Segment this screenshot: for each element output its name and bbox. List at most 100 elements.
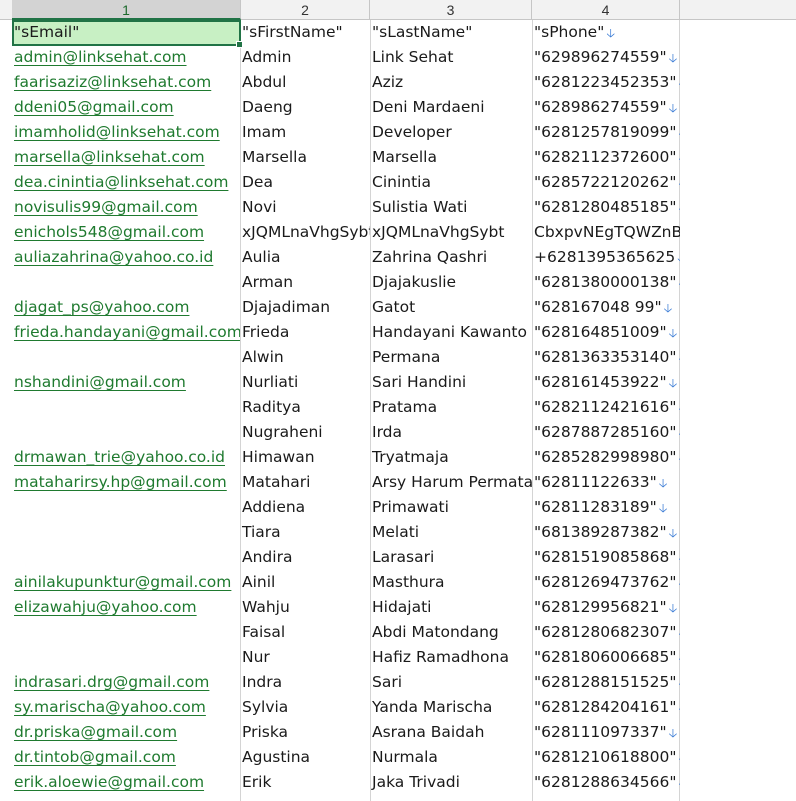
cell-phone[interactable]: "6281806006685"🡣 <box>532 645 680 670</box>
cell-email[interactable] <box>12 495 240 520</box>
cell-phone[interactable]: "6281380000138"🡣 <box>532 270 680 295</box>
cell-first-name[interactable]: Agustina <box>240 745 370 770</box>
cell-first-name[interactable]: Abdul <box>240 70 370 95</box>
cell-email[interactable]: dr.priska@gmail.com <box>12 720 240 745</box>
cell-email[interactable]: indrasari.drg@gmail.com <box>12 670 240 695</box>
cell-phone[interactable]: "6281257819099"🡣 <box>532 120 680 145</box>
email-link[interactable]: faarisaziz@linksehat.com <box>14 73 211 91</box>
cell-email[interactable]: dea.cinintia@linksehat.com <box>12 170 240 195</box>
cell-first-name[interactable]: Arman <box>240 270 370 295</box>
cell-phone[interactable]: "628129956821" 🡣 <box>532 595 680 620</box>
cell-phone[interactable]: "681389287382" 🡣 <box>532 520 680 545</box>
cell-phone[interactable]: "628111097337" 🡣 <box>532 720 680 745</box>
cell-first-name[interactable]: xJQMLnaVhgSybt <box>240 220 370 245</box>
cell-phone[interactable]: "6281280682307"🡣 <box>532 620 680 645</box>
cell-email[interactable]: frieda.handayani@gmail.com <box>12 320 240 345</box>
email-link[interactable]: dr.tintob@gmail.com <box>14 748 176 766</box>
cell-first-name[interactable]: Marsella <box>240 145 370 170</box>
cell-email[interactable]: marsella@linksehat.com <box>12 145 240 170</box>
cell-phone[interactable]: "628167048 99" 🡣 <box>532 295 680 320</box>
cell-first-name[interactable]: Dea <box>240 170 370 195</box>
cell-first-name[interactable]: Addiena <box>240 495 370 520</box>
cell-phone[interactable]: "6287887285160"🡣 <box>532 420 680 445</box>
cell-phone[interactable]: +6281395365625🡣 <box>532 245 680 270</box>
cell-email[interactable]: ddeni05@gmail.com <box>12 95 240 120</box>
email-link[interactable]: sy.marischa@yahoo.com <box>14 698 206 716</box>
cell-phone[interactable]: "6281223452353"🡣 <box>532 70 680 95</box>
cell-first-name[interactable]: Andira <box>240 545 370 570</box>
column-header-3[interactable]: 3 <box>370 0 532 20</box>
cell-phone[interactable]: "628161453922" 🡣 <box>532 370 680 395</box>
cell-phone[interactable]: "6281288151525"🡣 <box>532 670 680 695</box>
cell-last-name[interactable]: Marsella <box>370 145 532 170</box>
cell-last-name[interactable]: Jaka Trivadi <box>370 770 532 795</box>
email-link[interactable]: erik.aloewie@gmail.com <box>14 773 204 791</box>
cell-phone[interactable]: "6281519085868"🡣 <box>532 545 680 570</box>
cell-email[interactable] <box>12 645 240 670</box>
cell-email[interactable]: nshandini@gmail.com <box>12 370 240 395</box>
cell-last-name[interactable]: Deni Mardaeni <box>370 95 532 120</box>
cell-last-name[interactable]: Sari Handini <box>370 370 532 395</box>
cell-first-name[interactable]: Priska <box>240 720 370 745</box>
cell-phone[interactable]: "6281284204161"🡣 <box>532 695 680 720</box>
cell-first-name[interactable]: Nurliati <box>240 370 370 395</box>
cell-email[interactable]: mataharirsy.hp@gmail.com <box>12 470 240 495</box>
cell-last-name[interactable]: Developer <box>370 120 532 145</box>
cell-last-name[interactable]: Gatot <box>370 295 532 320</box>
cell-email[interactable] <box>12 545 240 570</box>
cell-first-name[interactable]: Frieda <box>240 320 370 345</box>
cell-email[interactable]: dr.tintob@gmail.com <box>12 745 240 770</box>
cell-last-name[interactable]: Nurmala <box>370 745 532 770</box>
cell-first-name[interactable]: Himawan <box>240 445 370 470</box>
cell-first-name[interactable]: Daeng <box>240 95 370 120</box>
cell-phone[interactable]: "6285722120262"🡣 <box>532 170 680 195</box>
cell-phone[interactable]: "628164851009" 🡣 <box>532 320 680 345</box>
cell-last-name[interactable]: Aziz <box>370 70 532 95</box>
cell-email[interactable]: erik.aloewie@gmail.com <box>12 770 240 795</box>
cell-phone[interactable]: "6281288634566"🡣 <box>532 770 680 795</box>
cell-email[interactable]: sy.marischa@yahoo.com <box>12 695 240 720</box>
cell-email[interactable]: enichols548@gmail.com <box>12 220 240 245</box>
email-link[interactable]: novisulis99@gmail.com <box>14 198 198 216</box>
cell-last-name[interactable]: Irda <box>370 420 532 445</box>
cell-email[interactable] <box>12 395 240 420</box>
email-link[interactable]: ddeni05@gmail.com <box>14 98 174 116</box>
cell-email[interactable]: drmawan_trie@yahoo.co.id <box>12 445 240 470</box>
email-link[interactable]: admin@linksehat.com <box>14 48 187 66</box>
cell-last-name[interactable]: Pratama <box>370 395 532 420</box>
cell-first-name[interactable]: Ainil <box>240 570 370 595</box>
email-link[interactable]: djagat_ps@yahoo.com <box>14 298 189 316</box>
cell-last-name[interactable]: Handayani Kawanto <box>370 320 532 345</box>
cell-phone[interactable]: "6285282998980"🡣 <box>532 445 680 470</box>
cell-first-name[interactable]: Admin <box>240 45 370 70</box>
cell-email[interactable] <box>12 270 240 295</box>
cell-email[interactable]: ainilakupunktur@gmail.com <box>12 570 240 595</box>
cell-phone[interactable]: "6281269473762"🡣 <box>532 570 680 595</box>
cell-email-header[interactable]: "sEmail" <box>12 20 240 45</box>
cell-phone[interactable]: "6281363353140"🡣 <box>532 345 680 370</box>
cell-first-name[interactable]: Nugraheni <box>240 420 370 445</box>
cell-email[interactable]: auliazahrina@yahoo.co.id <box>12 245 240 270</box>
email-link[interactable]: ainilakupunktur@gmail.com <box>14 573 231 591</box>
email-link[interactable]: marsella@linksehat.com <box>14 148 205 166</box>
cell-phone[interactable]: "62811122633" 🡣 <box>532 470 680 495</box>
email-link[interactable]: mataharirsy.hp@gmail.com <box>14 473 227 491</box>
cell-email[interactable]: admin@linksehat.com <box>12 45 240 70</box>
cell-phone[interactable]: "628986274559" 🡣 <box>532 95 680 120</box>
cell-last-name[interactable]: xJQMLnaVhgSybt <box>370 220 532 245</box>
cell-email[interactable]: elizawahju@yahoo.com <box>12 595 240 620</box>
cell-first-name[interactable]: Sylvia <box>240 695 370 720</box>
cell-last-name[interactable]: Primawati <box>370 495 532 520</box>
email-link[interactable]: enichols548@gmail.com <box>14 223 204 241</box>
email-link[interactable]: dr.priska@gmail.com <box>14 723 177 741</box>
email-link[interactable]: dea.cinintia@linksehat.com <box>14 173 228 191</box>
email-link[interactable]: nshandini@gmail.com <box>14 373 186 391</box>
email-link[interactable]: frieda.handayani@gmail.com <box>14 323 240 341</box>
cell-last-name[interactable]: Djajakuslie <box>370 270 532 295</box>
cell-first-name[interactable]: Faisal <box>240 620 370 645</box>
cell-phone[interactable]: "6282112372600"🡣 <box>532 145 680 170</box>
cell-first-name-header[interactable]: "sFirstName" <box>240 20 370 45</box>
cell-first-name[interactable]: Tiara <box>240 520 370 545</box>
cell-first-name[interactable]: Wahju <box>240 595 370 620</box>
cell-first-name[interactable]: Matahari <box>240 470 370 495</box>
